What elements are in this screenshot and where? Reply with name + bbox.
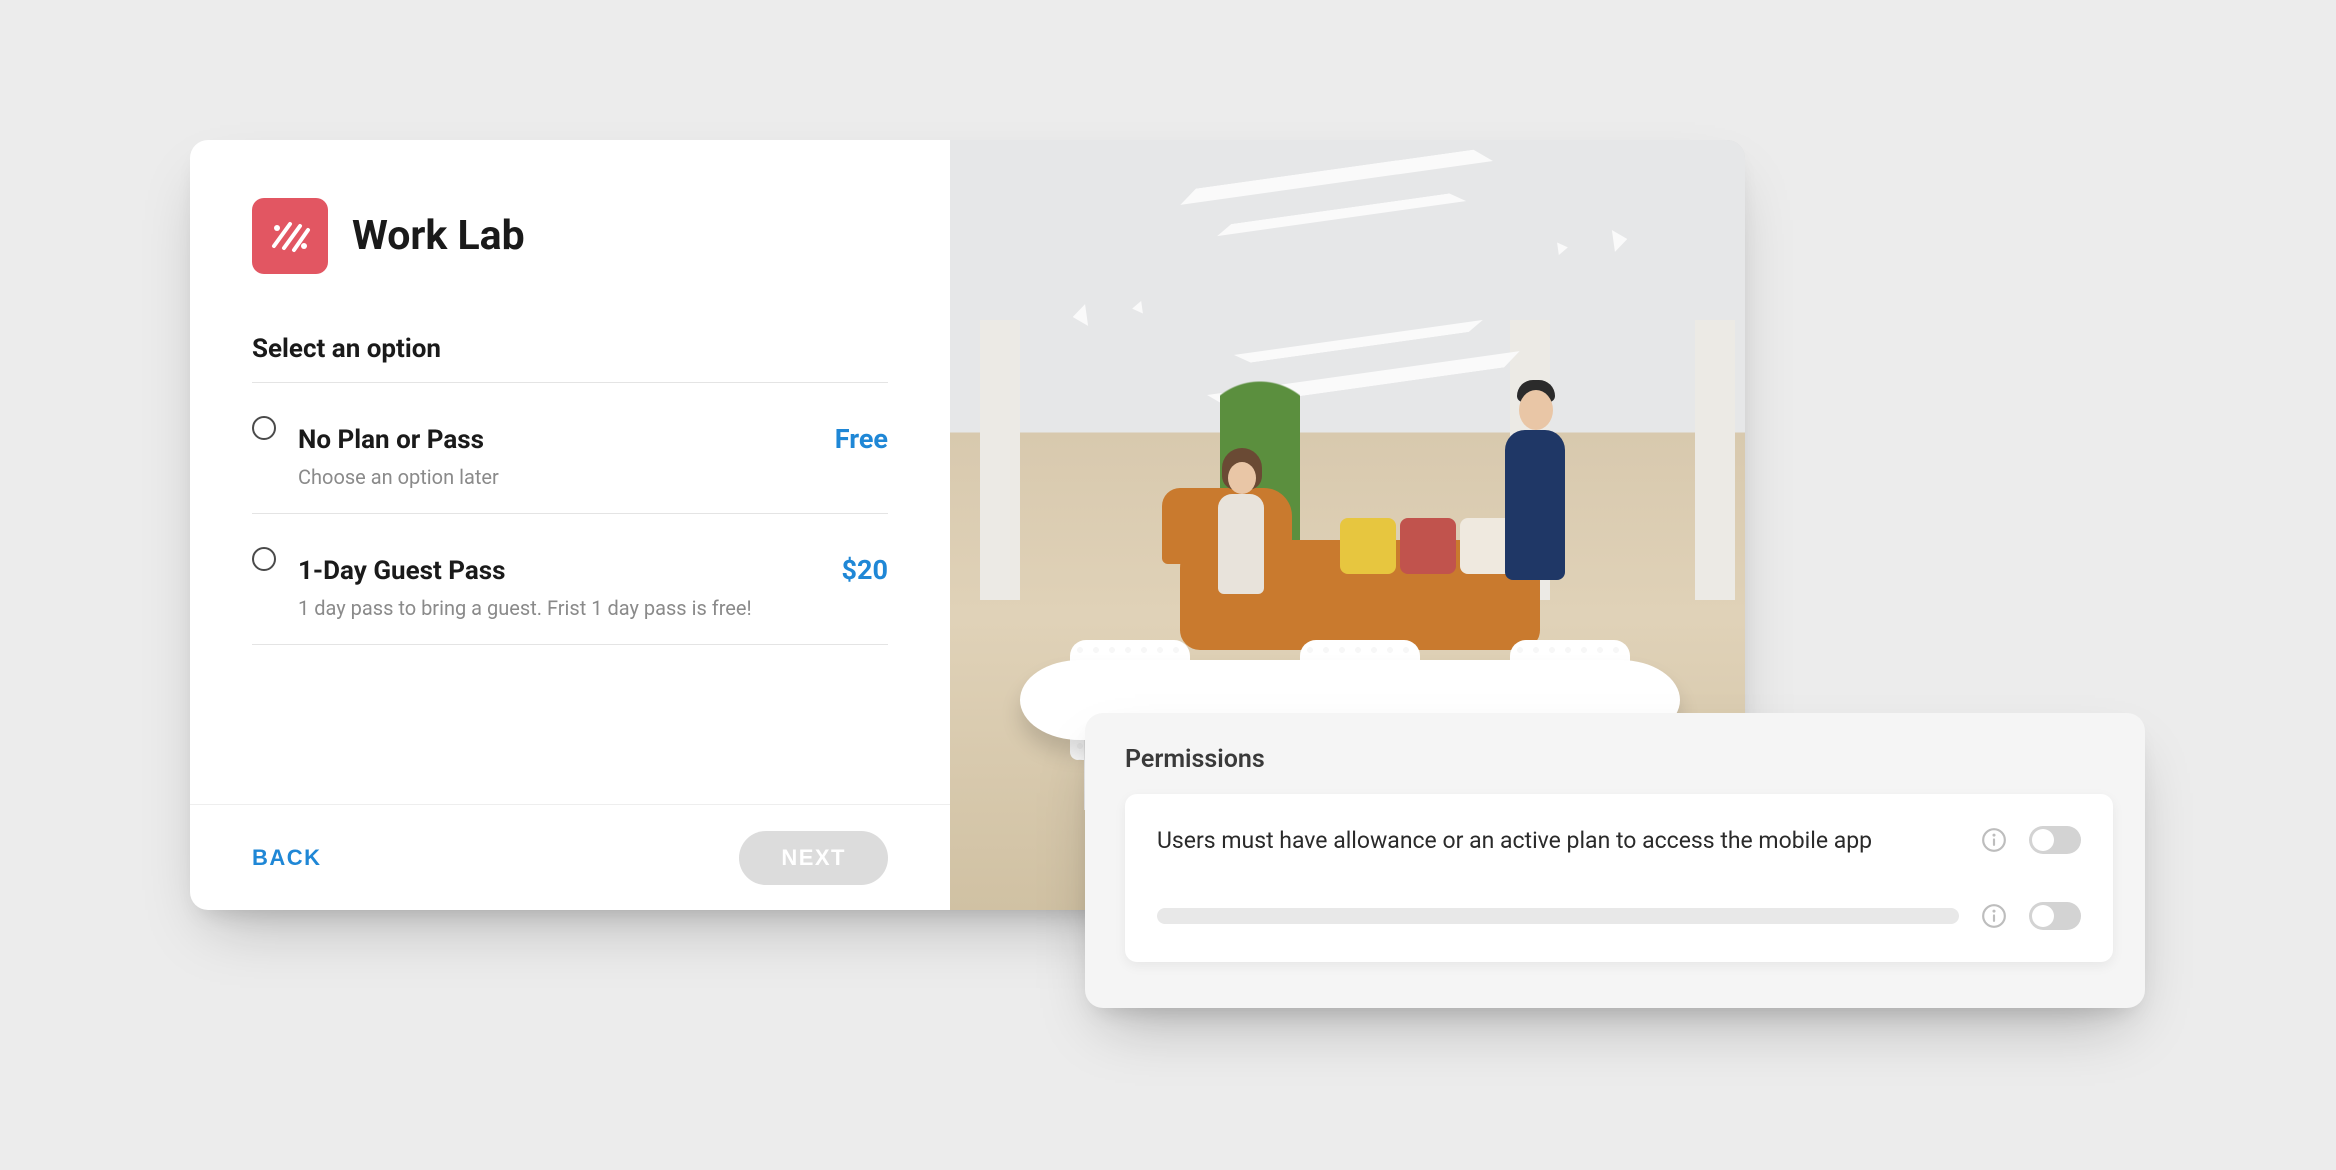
plan-header: Work Lab bbox=[252, 198, 888, 274]
section-label: Select an option bbox=[252, 334, 888, 383]
option-title: No Plan or Pass bbox=[298, 425, 484, 455]
permissions-title: Permissions bbox=[1125, 745, 2113, 774]
permission-toggle[interactable] bbox=[2029, 902, 2081, 930]
permission-label-placeholder bbox=[1157, 908, 1959, 924]
back-button[interactable]: BACK bbox=[252, 845, 322, 871]
plan-form-panel: Work Lab Select an option No Plan or Pas… bbox=[190, 140, 950, 910]
plan-footer: BACK NEXT bbox=[190, 804, 950, 910]
option-guest-pass[interactable]: 1-Day Guest Pass $20 1 day pass to bring… bbox=[252, 514, 888, 645]
permission-row: Users must have allowance or an active p… bbox=[1157, 802, 2081, 878]
info-icon[interactable] bbox=[1981, 903, 2007, 929]
option-title: 1-Day Guest Pass bbox=[298, 556, 506, 586]
option-description: Choose an option later bbox=[298, 465, 888, 489]
option-description: 1 day pass to bring a guest. Frist 1 day… bbox=[298, 596, 888, 620]
app-title: Work Lab bbox=[352, 212, 525, 260]
permission-toggle[interactable] bbox=[2029, 826, 2081, 854]
option-no-plan[interactable]: No Plan or Pass Free Choose an option la… bbox=[252, 383, 888, 514]
radio-icon[interactable] bbox=[252, 547, 276, 571]
permissions-card: Permissions Users must have allowance or… bbox=[1085, 713, 2145, 1008]
option-body: No Plan or Pass Free Choose an option la… bbox=[298, 413, 888, 489]
next-button[interactable]: NEXT bbox=[739, 831, 888, 885]
option-price: $20 bbox=[842, 554, 888, 586]
option-price: Free bbox=[835, 423, 888, 455]
permission-label: Users must have allowance or an active p… bbox=[1157, 827, 1959, 854]
radio-icon[interactable] bbox=[252, 416, 276, 440]
info-icon[interactable] bbox=[1981, 827, 2007, 853]
permissions-list: Users must have allowance or an active p… bbox=[1125, 794, 2113, 962]
permission-row-placeholder bbox=[1157, 878, 2081, 954]
worklab-icon bbox=[252, 198, 328, 274]
option-body: 1-Day Guest Pass $20 1 day pass to bring… bbox=[298, 544, 888, 620]
